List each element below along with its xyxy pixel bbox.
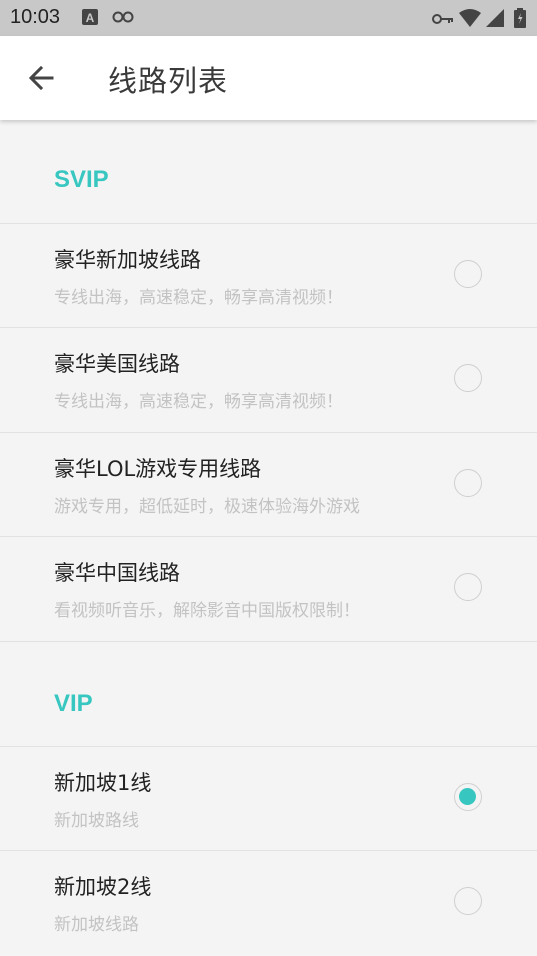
page-title: 线路列表: [108, 64, 229, 98]
list-item[interactable]: 新加坡2线 新加坡线路: [0, 850, 537, 955]
vpn-key-icon: [432, 11, 454, 30]
route-name: 新加坡2线: [54, 875, 152, 899]
list-item[interactable]: 新加坡1线 新加坡路线: [0, 746, 537, 851]
route-description: 游戏专用，超低延时，极速体验海外游戏: [54, 497, 360, 517]
signal-icon: [486, 9, 504, 31]
route-name: 豪华新加坡线路: [54, 248, 201, 272]
status-time: 10:03: [10, 6, 61, 28]
route-name: 豪华中国线路: [54, 561, 180, 585]
section-header-svip: SVIP: [54, 166, 109, 193]
radio-button-selected[interactable]: [454, 783, 482, 811]
list-item[interactable]: 豪华LOL游戏专用线路 游戏专用，超低延时，极速体验海外游戏: [0, 432, 537, 537]
route-description: 新加坡线路: [54, 915, 139, 935]
route-name: 豪华美国线路: [54, 352, 180, 376]
radio-button[interactable]: [454, 887, 482, 915]
route-name: 新加坡1线: [54, 771, 152, 795]
section-header-vip: VIP: [54, 690, 93, 717]
battery-icon: [514, 8, 526, 32]
route-description: 专线出海，高速稳定，畅享高清视频！: [54, 288, 343, 308]
radio-button[interactable]: [454, 469, 482, 497]
app-bar: 线路列表: [0, 36, 537, 120]
status-bar: 10:03 A: [0, 0, 537, 36]
route-description: 看视频听音乐，解除影音中国版权限制！: [54, 601, 360, 621]
route-description: 新加坡路线: [54, 811, 139, 831]
radio-button[interactable]: [454, 260, 482, 288]
list-item[interactable]: 豪华美国线路 专线出海，高速稳定，畅享高清视频！: [0, 327, 537, 432]
list-item[interactable]: 豪华中国线路 看视频听音乐，解除影音中国版权限制！: [0, 536, 537, 641]
notification-a-icon: A: [82, 9, 98, 29]
route-name: 豪华LOL游戏专用线路: [54, 457, 262, 481]
svg-text:A: A: [86, 11, 95, 25]
radio-button[interactable]: [454, 573, 482, 601]
route-description: 专线出海，高速稳定，畅享高清视频！: [54, 392, 343, 412]
link-icon: [112, 9, 134, 29]
list-item[interactable]: 豪华新加坡线路 专线出海，高速稳定，畅享高清视频！: [0, 223, 537, 328]
back-arrow-icon[interactable]: [24, 60, 60, 96]
radio-button[interactable]: [454, 364, 482, 392]
divider: [0, 641, 537, 642]
wifi-icon: [459, 9, 481, 31]
